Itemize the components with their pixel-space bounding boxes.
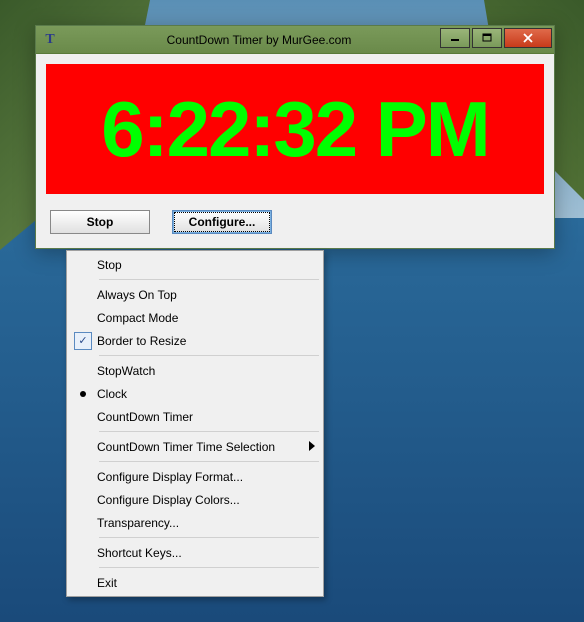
submenu-arrow-icon (309, 440, 315, 454)
titlebar[interactable]: T CountDown Timer by MurGee.com (36, 26, 554, 54)
check-icon: ✓ (74, 332, 92, 350)
menu-separator (99, 431, 319, 432)
menu-item-shortcut-keys[interactable]: Shortcut Keys... (69, 541, 321, 564)
menu-item-display-format[interactable]: Configure Display Format... (69, 465, 321, 488)
menu-separator (99, 537, 319, 538)
menu-item-stop[interactable]: Stop (69, 253, 321, 276)
maximize-button[interactable] (472, 28, 502, 48)
radio-dot-icon (80, 391, 86, 397)
app-icon: T (42, 32, 58, 48)
menu-item-transparency[interactable]: Transparency... (69, 511, 321, 534)
menu-item-stopwatch[interactable]: StopWatch (69, 359, 321, 382)
menu-separator (99, 355, 319, 356)
menu-item-border-to-resize[interactable]: ✓ Border to Resize (69, 329, 321, 352)
menu-item-time-selection[interactable]: CountDown Timer Time Selection (69, 435, 321, 458)
menu-item-clock[interactable]: Clock (69, 382, 321, 405)
app-window: T CountDown Timer by MurGee.com 6:22:32 … (35, 25, 555, 249)
time-display: 6:22:32 PM (46, 64, 544, 194)
menu-item-compact-mode[interactable]: Compact Mode (69, 306, 321, 329)
menu-separator (99, 461, 319, 462)
menu-separator (99, 567, 319, 568)
close-button[interactable] (504, 28, 552, 48)
menu-separator (99, 279, 319, 280)
context-menu: Stop Always On Top Compact Mode ✓ Border… (66, 250, 324, 597)
menu-item-exit[interactable]: Exit (69, 571, 321, 594)
stop-button[interactable]: Stop (50, 210, 150, 234)
configure-button[interactable]: Configure... (172, 210, 272, 234)
menu-item-display-colors[interactable]: Configure Display Colors... (69, 488, 321, 511)
menu-item-always-on-top[interactable]: Always On Top (69, 283, 321, 306)
menu-item-countdown-timer[interactable]: CountDown Timer (69, 405, 321, 428)
client-area: 6:22:32 PM Stop Configure... (36, 54, 554, 248)
minimize-button[interactable] (440, 28, 470, 48)
